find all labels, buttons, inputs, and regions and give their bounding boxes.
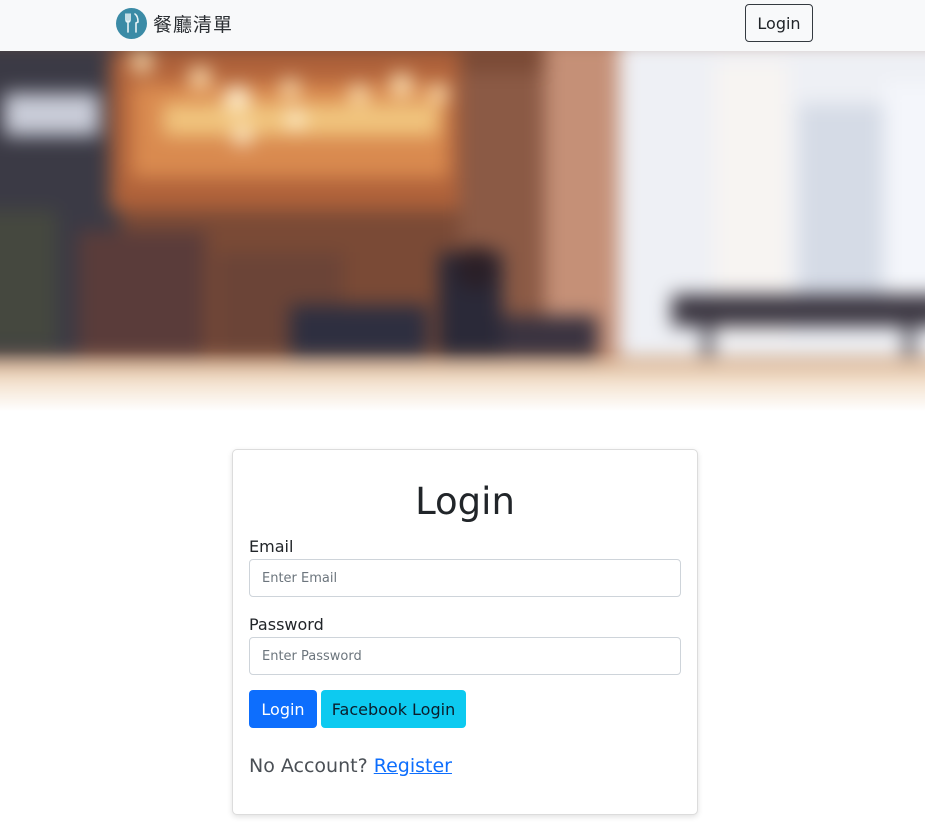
facebook-login-button[interactable]: Facebook Login	[321, 690, 466, 728]
brand-name: 餐廳清單	[153, 13, 234, 36]
brand[interactable]: 餐廳清單	[116, 7, 233, 39]
no-account-text: No Account?	[249, 755, 368, 777]
email-label: Email	[249, 537, 294, 556]
login-title: Login	[415, 480, 515, 523]
fork-knife-icon	[116, 7, 147, 39]
password-input[interactable]	[249, 637, 681, 675]
navbar: 餐廳清單 Login	[0, 0, 925, 51]
hero-banner	[0, 51, 925, 411]
nav-login-button[interactable]: Login	[745, 4, 813, 42]
register-link[interactable]: Register	[374, 755, 452, 777]
login-card: Login Email Password Login Facebook Logi…	[232, 449, 698, 815]
email-input[interactable]	[249, 559, 681, 597]
no-account-line: No Account? Register	[249, 755, 452, 777]
hero-fade	[0, 351, 925, 411]
login-button[interactable]: Login	[249, 690, 317, 728]
password-label: Password	[249, 615, 324, 634]
